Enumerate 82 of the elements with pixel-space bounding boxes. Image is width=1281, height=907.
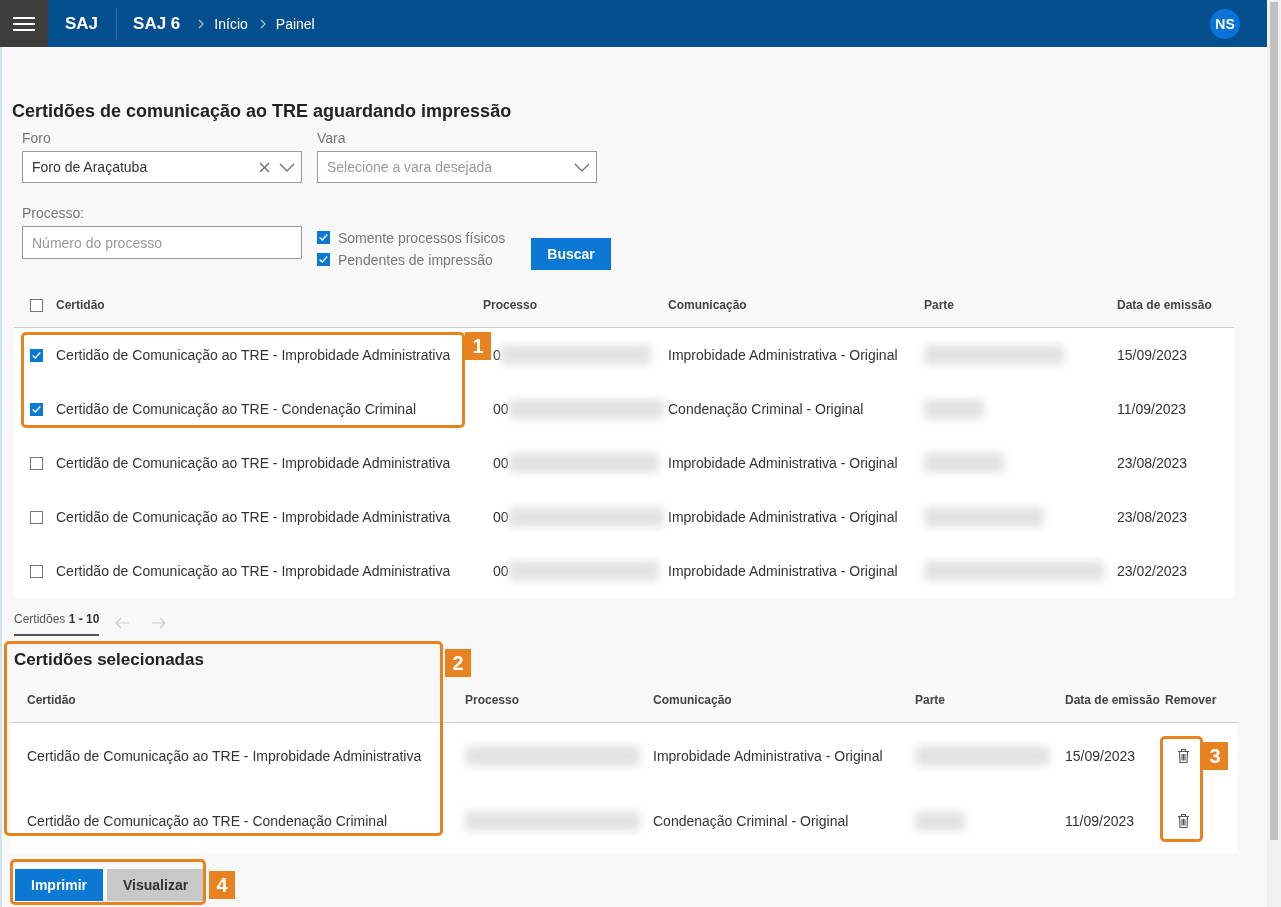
foro-select[interactable]: Foro de Araçatuba <box>22 151 302 183</box>
table-cell-text: Condenação Criminal - Original <box>668 401 865 417</box>
table-cell-text: 23/08/2023 <box>1117 509 1189 525</box>
column-header: Comunicação <box>668 298 748 312</box>
table-cell: 00 <box>493 509 509 525</box>
table-cell-text: Certidão de Comunicação ao TRE - Condenação Criminal <box>56 401 418 417</box>
field-label: Vara <box>317 130 347 146</box>
column-header: Parte <box>915 693 947 707</box>
field-label: Foro <box>22 130 52 146</box>
menu-button[interactable] <box>0 0 48 47</box>
table-cell-text: Condenação Criminal - Original <box>653 812 850 829</box>
table-cell: 00 <box>493 563 509 579</box>
search-button[interactable]: Buscar <box>531 238 611 270</box>
product-name[interactable]: SAJ 6 <box>133 13 181 34</box>
table-cell-text: Certidão de Comunicação ao TRE - Improbidade Administrativa <box>56 347 452 363</box>
user-avatar[interactable]: NS <box>1210 8 1240 39</box>
breadcrumb-link[interactable]: Painel <box>275 15 315 32</box>
scrollbar-thumb[interactable] <box>1270 2 1278 840</box>
checkbox[interactable] <box>30 564 43 578</box>
column-header: Parte <box>924 298 956 312</box>
table-cell-text: 11/09/2023 <box>1117 401 1188 417</box>
field-label: Processo: <box>22 205 86 221</box>
column-header: Certidão <box>26 693 77 707</box>
processo-field[interactable]: Número do processo <box>22 226 302 259</box>
table-cell-text: Certidão de Comunicação ao TRE - Improbidade Administrativa <box>26 747 423 764</box>
table-cell-text: Improbidade Administrativa - Original <box>668 509 899 525</box>
app-name[interactable]: SAJ <box>65 13 99 34</box>
callout-number: 3 <box>1202 742 1228 770</box>
table-cell-text: 23/08/2023 <box>1117 455 1189 471</box>
trash-icon <box>1177 812 1190 829</box>
scrollbar[interactable] <box>1267 0 1281 907</box>
table-cell-text: Improbidade Administrativa - Original <box>668 347 899 363</box>
table-cell-text: Improbidade Administrativa - Original <box>668 563 899 579</box>
print-button[interactable]: Imprimir <box>15 869 103 901</box>
column-header: Data de emissão <box>1065 693 1161 707</box>
breadcrumb-link[interactable]: Início <box>214 15 248 32</box>
callout-number: 4 <box>209 871 235 899</box>
check-icon <box>318 253 329 266</box>
checkbox[interactable] <box>317 231 330 244</box>
table-cell: 00 <box>493 455 509 471</box>
arrow-left-icon <box>114 617 130 629</box>
table-cell-text: Improbidade Administrativa - Original <box>668 455 899 471</box>
column-header: Certidão <box>56 298 106 312</box>
section-title: Certidões selecionadas <box>14 650 204 670</box>
checkbox[interactable] <box>30 456 43 470</box>
page-title: Certidões de comunicação ao TRE aguardando impressão <box>12 101 513 122</box>
table-cell-text: Improbidade Administrativa - Original <box>653 747 884 764</box>
chevron-icon <box>198 18 206 29</box>
column-header: Data de emissão <box>1117 298 1213 312</box>
clear-icon[interactable] <box>259 161 270 173</box>
table-cell: 00 <box>493 401 509 417</box>
checkbox[interactable] <box>30 402 43 416</box>
table-cell: 0 <box>493 347 501 363</box>
callout-number: 1 <box>465 332 491 360</box>
preview-button[interactable]: Visualizar <box>107 869 205 901</box>
checkbox[interactable] <box>30 298 43 312</box>
chevron-down-icon <box>574 162 590 172</box>
checkbox-label: Pendentes de impressão <box>338 251 493 270</box>
table-cell-text: Certidão de Comunicação ao TRE - Improbidade Administrativa <box>56 455 452 471</box>
checkbox[interactable] <box>317 253 330 266</box>
column-header: Processo <box>465 693 521 707</box>
table-cell-text: 11/09/2023 <box>1065 812 1136 829</box>
column-header: Processo <box>483 298 539 312</box>
chevron-down-icon <box>279 162 295 172</box>
table-cell-text: Certidão de Comunicação ao TRE - Condenação Criminal <box>26 812 389 829</box>
trash-icon <box>1177 747 1190 764</box>
table-cell-text: Certidão de Comunicação ao TRE - Improbidade Administrativa <box>56 563 452 579</box>
table-cell-text: 15/09/2023 <box>1065 747 1137 764</box>
chevron-icon <box>259 18 267 29</box>
pagination-label: Certidões 1 - 10 <box>14 610 100 636</box>
checkbox[interactable] <box>30 348 43 362</box>
arrow-right-icon <box>150 617 166 629</box>
checkbox[interactable] <box>30 510 43 524</box>
column-header: Remover <box>1165 693 1218 707</box>
checkbox-label: Somente processos físicos <box>338 229 506 248</box>
table-cell-text: 23/02/2023 <box>1117 563 1189 579</box>
menu-icon <box>13 15 35 32</box>
column-header: Comunicação <box>653 693 733 707</box>
table-cell-text: Certidão de Comunicação ao TRE - Improbidade Administrativa <box>56 509 452 525</box>
check-icon <box>318 231 329 244</box>
table-cell-text: 15/09/2023 <box>1117 347 1189 363</box>
callout-number: 2 <box>445 649 471 677</box>
